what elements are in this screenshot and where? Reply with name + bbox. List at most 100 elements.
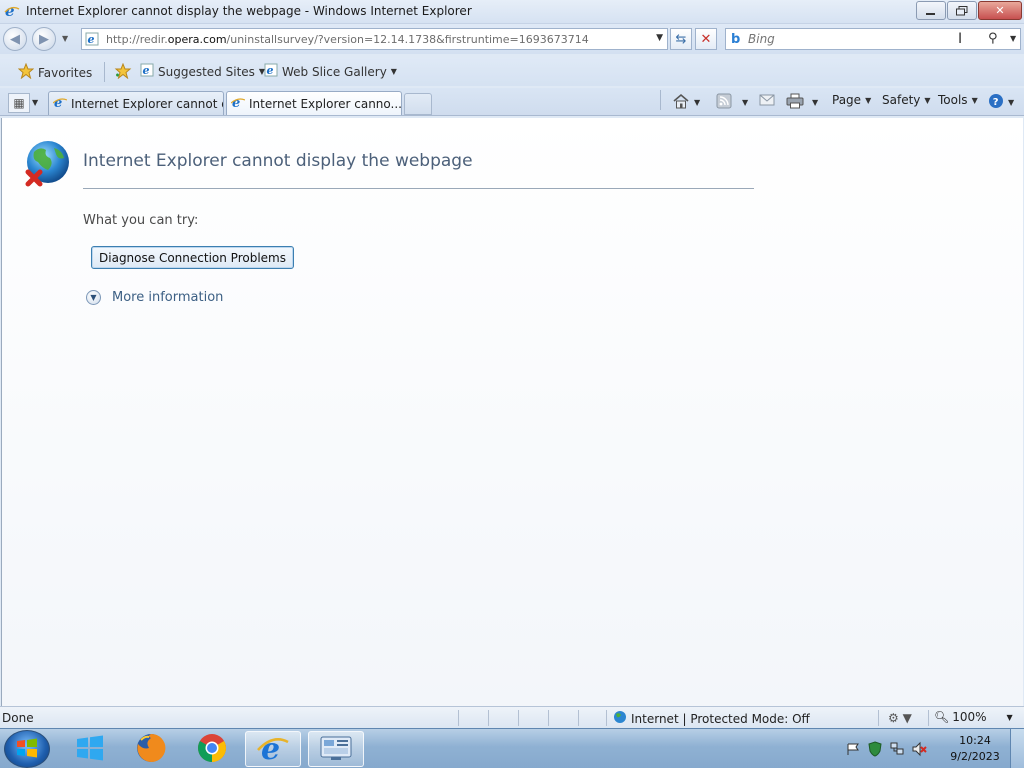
windows-store-taskbar-button[interactable] bbox=[62, 731, 118, 767]
restore-icon bbox=[956, 5, 968, 15]
search-options-dropdown-icon[interactable]: ▼ bbox=[1010, 34, 1016, 43]
add-favorite-icon bbox=[114, 62, 132, 82]
svg-text:e: e bbox=[88, 33, 95, 46]
tab-bar: ▦ ▼ e Internet Explorer cannot di... e I… bbox=[0, 88, 1024, 116]
chevron-down-icon: ▼ bbox=[1008, 98, 1015, 107]
address-dropdown-icon[interactable]: ▼ bbox=[656, 33, 663, 43]
stop-icon: ✕ bbox=[700, 31, 712, 47]
address-bar[interactable]: e http://redir.opera.com/uninstallsurvey… bbox=[81, 28, 668, 50]
volume-muted-icon[interactable] bbox=[911, 741, 927, 760]
tab-label: Internet Explorer canno... bbox=[249, 96, 402, 111]
more-information-link: More information bbox=[112, 290, 224, 305]
internet-explorer-taskbar-button[interactable]: e bbox=[245, 731, 301, 767]
search-icon[interactable]: ⚲ bbox=[988, 31, 998, 46]
new-tab-button[interactable] bbox=[404, 93, 432, 115]
tab-label: Internet Explorer cannot di... bbox=[71, 96, 223, 111]
security-shield-icon[interactable] bbox=[867, 741, 883, 760]
tab-list-dropdown-icon[interactable]: ▼ bbox=[32, 98, 38, 107]
chrome-icon bbox=[196, 732, 228, 767]
diagnose-connection-problems-button[interactable]: Diagnose Connection Problems bbox=[91, 246, 294, 269]
suggested-sites-link[interactable]: e Suggested Sites ▼ bbox=[140, 63, 265, 80]
control-panel-taskbar-button[interactable] bbox=[308, 731, 364, 767]
internet-explorer-icon: e bbox=[230, 95, 246, 112]
start-button[interactable] bbox=[4, 730, 50, 768]
tools-menu[interactable]: Tools ▼ bbox=[938, 93, 978, 107]
windows-logo-icon bbox=[16, 738, 38, 761]
firefox-taskbar-button[interactable] bbox=[123, 731, 179, 767]
show-desktop-button[interactable] bbox=[1010, 729, 1024, 768]
quick-tabs-button[interactable]: ▦ bbox=[8, 93, 30, 113]
clock-time: 10:24 bbox=[959, 734, 991, 747]
divider bbox=[104, 62, 105, 82]
chevron-down-icon: ▼ bbox=[390, 67, 397, 76]
chrome-taskbar-button[interactable] bbox=[184, 731, 240, 767]
close-window-button[interactable]: ✕ bbox=[978, 1, 1022, 20]
svg-text:e: e bbox=[261, 732, 280, 764]
printer-icon bbox=[786, 93, 804, 112]
stop-button[interactable]: ✕ bbox=[695, 28, 717, 50]
windows-store-icon bbox=[75, 735, 105, 764]
firefox-icon bbox=[135, 732, 167, 767]
tab-1[interactable]: e Internet Explorer cannot di... bbox=[48, 91, 224, 115]
home-icon bbox=[672, 93, 690, 112]
forward-arrow-icon: ▶ bbox=[39, 31, 49, 47]
favorites-bar: Favorites e Suggested Sites ▼ e Web Slic… bbox=[0, 58, 1024, 86]
home-button[interactable]: ▼ bbox=[672, 93, 700, 112]
action-center-icon[interactable] bbox=[845, 741, 861, 760]
page-icon: e bbox=[140, 63, 154, 80]
divider bbox=[928, 710, 929, 726]
minimize-button[interactable] bbox=[916, 1, 946, 20]
more-information-toggle[interactable]: ▼ More information bbox=[86, 290, 223, 305]
help-menu[interactable]: ? ▼ bbox=[988, 93, 1014, 112]
favorites-button[interactable]: Favorites bbox=[17, 62, 92, 82]
search-box[interactable]: b I ⚲ ▼ bbox=[725, 28, 1021, 50]
compatibility-view-button[interactable]: ⇆ bbox=[670, 28, 692, 50]
safety-menu[interactable]: Safety ▼ bbox=[882, 93, 931, 107]
add-to-favorites-bar-button[interactable] bbox=[114, 62, 136, 82]
page-menu[interactable]: Page ▼ bbox=[832, 93, 871, 107]
favorites-star-icon bbox=[17, 62, 35, 82]
restore-button[interactable] bbox=[947, 1, 977, 20]
chevron-down-icon: ▼ bbox=[865, 95, 872, 105]
internet-explorer-icon: e bbox=[4, 2, 20, 22]
refresh-icon: ⇆ bbox=[675, 31, 687, 47]
svg-text:e: e bbox=[143, 64, 150, 77]
bing-icon: b bbox=[731, 32, 741, 47]
security-zone[interactable]: Internet | Protected Mode: Off bbox=[613, 710, 810, 727]
svg-text:e: e bbox=[267, 64, 274, 77]
chevron-down-icon: ▼ bbox=[812, 98, 819, 107]
close-icon: ✕ bbox=[995, 4, 1005, 17]
zoom-control[interactable]: 🔍︎ 100% ▼ bbox=[934, 710, 1013, 724]
status-text: Done bbox=[2, 711, 34, 725]
forward-button[interactable]: ▶ bbox=[32, 27, 56, 51]
feeds-button[interactable]: ▼ bbox=[716, 93, 748, 112]
svg-text:?: ? bbox=[993, 97, 999, 108]
print-button[interactable]: ▼ bbox=[786, 93, 818, 112]
web-slice-gallery-link[interactable]: e Web Slice Gallery ▼ bbox=[264, 63, 397, 80]
back-arrow-icon: ◀ bbox=[10, 31, 20, 47]
search-input[interactable] bbox=[748, 31, 948, 47]
divider bbox=[488, 710, 489, 726]
divider bbox=[518, 710, 519, 726]
network-icon[interactable] bbox=[889, 741, 905, 760]
back-button[interactable]: ◀ bbox=[3, 27, 27, 51]
internet-zone-globe-icon bbox=[613, 710, 627, 727]
divider bbox=[578, 710, 579, 726]
tab-2[interactable]: e Internet Explorer canno... ✕ bbox=[226, 91, 402, 115]
protected-mode-icon[interactable]: ⚙ ▼ bbox=[888, 711, 912, 725]
taskbar: e 10:24 9/2/2023 bbox=[0, 728, 1024, 768]
quick-tabs-icon: ▦ bbox=[13, 96, 25, 110]
recent-pages-dropdown-icon[interactable]: ▼ bbox=[62, 34, 68, 43]
read-mail-button[interactable] bbox=[759, 93, 775, 110]
internet-explorer-icon: e bbox=[257, 732, 289, 767]
clock[interactable]: 10:24 9/2/2023 bbox=[950, 733, 1000, 765]
what-you-can-try-label: What you can try: bbox=[83, 213, 199, 228]
divider bbox=[878, 710, 879, 726]
mail-icon bbox=[759, 93, 775, 110]
text-cursor-icon: I bbox=[958, 31, 963, 47]
svg-text:e: e bbox=[232, 96, 240, 109]
zoom-icon: 🔍︎ bbox=[934, 710, 950, 724]
help-icon: ? bbox=[988, 93, 1004, 112]
status-bar: Done Internet | Protected Mode: Off ⚙ ▼ … bbox=[0, 706, 1024, 728]
divider bbox=[83, 188, 754, 189]
